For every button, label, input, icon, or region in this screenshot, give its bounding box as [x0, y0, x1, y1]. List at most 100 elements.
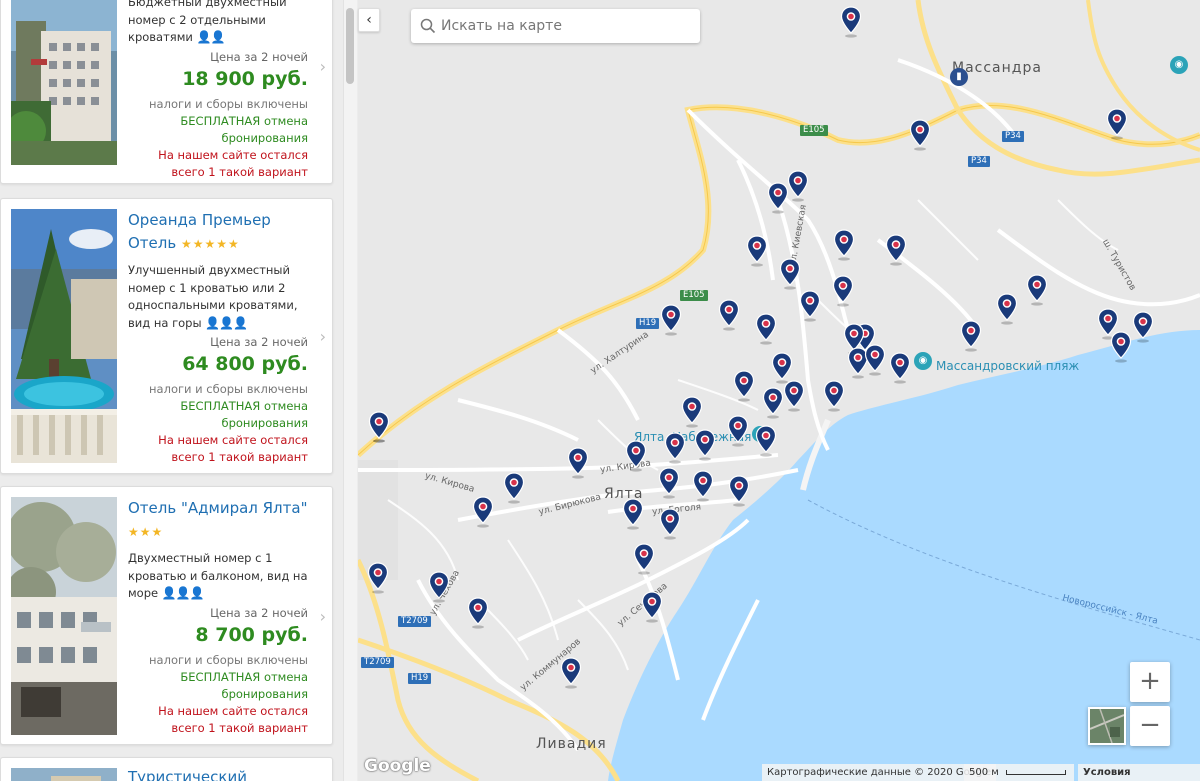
map-pin-icon: [832, 275, 854, 307]
hotel-map-pin[interactable]: [833, 229, 855, 261]
free-cancel-note: БЕСПЛАТНАЯ отмена: [180, 669, 308, 684]
map-pin-icon: [864, 344, 886, 376]
price-label: Цена за 2 ночей: [210, 335, 308, 349]
map-pin-icon: [659, 508, 681, 540]
hotel-map-pin[interactable]: [633, 543, 655, 575]
room-description: Двухместный номер с 1 кроватью и балконо…: [128, 551, 308, 600]
map-pin-icon: [1110, 331, 1132, 363]
hotel-map-pin[interactable]: [767, 182, 789, 214]
hotel-map-pin[interactable]: [799, 290, 821, 322]
hotel-map-pin[interactable]: [1106, 108, 1128, 140]
hotel-map-pin[interactable]: [779, 258, 801, 290]
hotel-photo[interactable]: [11, 0, 117, 165]
hotel-map-pin[interactable]: [659, 508, 681, 540]
satellite-layer-button[interactable]: [1088, 707, 1126, 745]
zoom-in-button[interactable]: +: [1130, 662, 1170, 702]
map-search-box[interactable]: [411, 9, 700, 43]
hotel-map-pin[interactable]: [692, 470, 714, 502]
map-search-input[interactable]: [441, 9, 691, 43]
road-shield: T2709: [398, 616, 431, 627]
hotel-map-pin[interactable]: [755, 313, 777, 345]
hotel-map-pin[interactable]: [1026, 274, 1048, 306]
room-description: Улучшенный двухместный номер с 1 кровать…: [128, 263, 298, 330]
map-pin-icon: [909, 119, 931, 151]
terms-link[interactable]: Условия использования: [1078, 764, 1200, 781]
chevron-right-icon[interactable]: ›: [320, 327, 326, 346]
hotel-name-link[interactable]: Туристический: [128, 766, 308, 781]
hotel-map-pin[interactable]: [889, 352, 911, 384]
map-pin-icon: [779, 258, 801, 290]
hotel-map-pin[interactable]: [625, 440, 647, 472]
hotel-map-pin[interactable]: [840, 6, 862, 38]
hotel-map-pin[interactable]: [783, 380, 805, 412]
map-pin-icon: [823, 380, 845, 412]
hotel-map-pin[interactable]: [996, 293, 1018, 325]
map-pin-icon: [681, 396, 703, 428]
hotel-map-pin[interactable]: [1110, 331, 1132, 363]
hotel-map-pin[interactable]: [567, 447, 589, 479]
hotel-map-pin[interactable]: [755, 425, 777, 457]
hotel-map-pin[interactable]: [909, 119, 931, 151]
hotel-map-pin[interactable]: [832, 275, 854, 307]
free-cancel-note: бронирования: [221, 686, 309, 701]
hotel-map-pin[interactable]: [694, 429, 716, 461]
collapse-sidebar-button[interactable]: ‹: [358, 8, 380, 32]
scrollbar[interactable]: [343, 0, 357, 781]
hotel-map-pin[interactable]: [787, 170, 809, 202]
hotel-map-pin[interactable]: [503, 472, 525, 504]
hotel-map-pin[interactable]: [960, 320, 982, 352]
hotel-name-link[interactable]: Отель "Адмирал Ялта": [128, 497, 308, 520]
hotel-map-pin[interactable]: [664, 432, 686, 464]
hotel-map-pin[interactable]: [622, 498, 644, 530]
hotel-name-link[interactable]: Ореанда Премьер: [128, 209, 308, 232]
hotel-map-pin[interactable]: [367, 562, 389, 594]
hotel-poi-icon[interactable]: ▮: [950, 68, 968, 86]
attraction-poi-icon[interactable]: ◉: [914, 352, 932, 370]
room-description: Бюджетный двухместный номер с 2 отдельны…: [128, 0, 287, 44]
attraction-poi-icon[interactable]: ◉: [1170, 56, 1188, 74]
search-icon: [420, 18, 436, 34]
map-pin-icon: [767, 182, 789, 214]
scrollbar-thumb[interactable]: [346, 8, 354, 84]
chevron-right-icon[interactable]: ›: [320, 57, 326, 76]
hotel-photo[interactable]: [11, 497, 117, 735]
hotel-card[interactable]: Туристический: [0, 757, 333, 781]
hotel-card[interactable]: Бюджетный двухместный номер с 2 отдельны…: [0, 0, 333, 184]
map-pin-icon: [728, 475, 750, 507]
hotel-map-pin[interactable]: [746, 235, 768, 267]
map-pin-icon: [567, 447, 589, 479]
hotel-map-pin[interactable]: [681, 396, 703, 428]
hotel-type: ★★★: [128, 520, 308, 544]
map-pin-icon: [840, 6, 862, 38]
hotel-map-pin[interactable]: [368, 411, 390, 443]
hotel-map-pin[interactable]: [823, 380, 845, 412]
hotel-map-pin[interactable]: [560, 657, 582, 689]
availability-warning: всего 1 такой вариант: [171, 450, 308, 464]
hotel-card[interactable]: Отель "Адмирал Ялта" ★★★ Двухместный ном…: [0, 486, 333, 745]
hotel-map-pin[interactable]: [885, 234, 907, 266]
hotel-map-pin[interactable]: [467, 597, 489, 629]
map-pin-icon: [1026, 274, 1048, 306]
hotel-map-pin[interactable]: [762, 387, 784, 419]
hotel-photo[interactable]: [11, 768, 117, 781]
hotel-map-pin[interactable]: [864, 344, 886, 376]
map-pin-icon: [733, 370, 755, 402]
hotel-map-pin[interactable]: [428, 571, 450, 603]
map-attribution: Картографические данные © 2020 Google: [762, 764, 997, 781]
hotel-photo[interactable]: [11, 209, 117, 463]
map[interactable]: Массандра Ялта Ливадия Массандровский пл…: [358, 0, 1200, 781]
hotel-card[interactable]: Ореанда Премьер Отель ★★★★★ Улучшенный д…: [0, 198, 333, 474]
map-pin-icon: [664, 432, 686, 464]
hotel-map-pin[interactable]: [733, 370, 755, 402]
hotel-map-pin[interactable]: [660, 304, 682, 336]
hotel-map-pin[interactable]: [728, 475, 750, 507]
hotel-map-pin[interactable]: [718, 299, 740, 331]
chevron-right-icon[interactable]: ›: [320, 607, 326, 626]
price-label: Цена за 2 ночей: [210, 49, 308, 64]
hotel-map-pin[interactable]: [641, 591, 663, 623]
hotel-map-pin[interactable]: [1132, 311, 1154, 343]
hotel-map-pin[interactable]: [472, 496, 494, 528]
hotel-map-pin[interactable]: [727, 415, 749, 447]
zoom-out-button[interactable]: −: [1130, 706, 1170, 746]
hotel-map-pin[interactable]: [658, 467, 680, 499]
